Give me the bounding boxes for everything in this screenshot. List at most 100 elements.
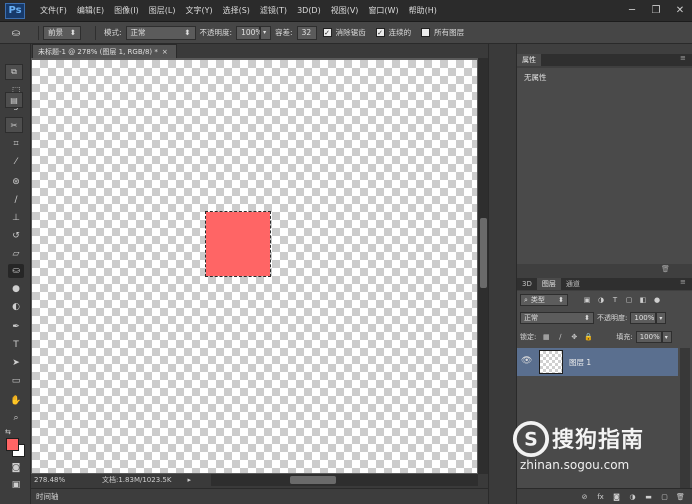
blend-mode-select[interactable]: 正常 ⬍ <box>520 312 594 324</box>
lock-pixels-icon[interactable]: ∕ <box>555 332 565 342</box>
brush-tool-icon[interactable]: ∕ <box>8 193 24 207</box>
delete-layer-icon[interactable]: 🗑 <box>675 492 686 502</box>
type-filter-icon[interactable]: T <box>610 295 620 305</box>
mode-value: 正常 <box>130 28 146 37</box>
filter-toggle-icon[interactable]: ● <box>652 295 662 305</box>
paint-bucket-icon[interactable]: ⛀ <box>6 26 26 40</box>
swap-colors-icon[interactable]: ⇆ <box>5 428 11 436</box>
zoom-tool-icon[interactable]: ⌕ <box>8 411 24 425</box>
horizontal-scrollbar[interactable] <box>210 474 478 486</box>
layers-scrollbar[interactable] <box>680 348 690 488</box>
adjust-panel-icon[interactable]: ▤ <box>5 92 23 108</box>
panel-menu-icon[interactable]: ≡ <box>680 54 686 62</box>
zoom-level[interactable]: 278.48% <box>34 476 70 484</box>
menu-help[interactable]: 帮助(H) <box>404 0 442 22</box>
restore-button[interactable]: ❐ <box>644 0 668 20</box>
menu-type[interactable]: 文字(Y) <box>180 0 217 22</box>
rectangle-tool-icon[interactable]: ▭ <box>8 374 24 388</box>
opacity-dropdown-icon[interactable]: ▾ <box>656 312 667 324</box>
menu-filter[interactable]: 滤镜(T) <box>255 0 292 22</box>
eyedropper-tool-icon[interactable]: ⁄ <box>8 155 24 169</box>
timeline-panel[interactable]: 时间轴 <box>31 488 488 504</box>
all-layers-checkbox[interactable] <box>421 28 431 37</box>
crop-tool-icon[interactable]: ⌗ <box>8 137 24 151</box>
document-tab[interactable]: 未标题-1 @ 278% (图层 1, RGB/8) * × <box>32 44 177 58</box>
opacity-input[interactable]: 100% <box>236 25 263 40</box>
lock-transparency-icon[interactable]: ▦ <box>541 332 551 342</box>
document-size: 文档:1.83M/1023.5K <box>102 476 172 484</box>
tab-3d[interactable]: 3D <box>517 278 537 290</box>
status-menu-arrow-icon[interactable]: ▸ <box>187 476 191 484</box>
close-tab-icon[interactable]: × <box>162 48 168 56</box>
history-brush-tool-icon[interactable]: ↺ <box>8 229 24 243</box>
layer-opacity-input[interactable]: 100% <box>630 312 657 324</box>
layer-name[interactable]: 图层 1 <box>569 357 591 368</box>
type-tool-icon[interactable]: T <box>8 338 24 352</box>
layer-filter-select[interactable]: ⌕ 类型 ⬍ <box>520 294 568 306</box>
fill-dropdown-icon[interactable]: ▾ <box>661 331 672 343</box>
watermark-url: zhinan.sogou.com <box>520 458 630 472</box>
menu-window[interactable]: 窗口(W) <box>363 0 403 22</box>
adjustment-filter-icon[interactable]: ◑ <box>596 295 606 305</box>
horizontal-scroll-thumb[interactable] <box>290 476 336 484</box>
layer-mask-icon[interactable]: ◙ <box>611 492 622 502</box>
healing-brush-tool-icon[interactable]: ⊛ <box>8 175 24 189</box>
quick-mask-icon[interactable]: ◙ <box>8 461 24 475</box>
opacity-dropdown-icon[interactable]: ▾ <box>260 25 272 40</box>
lock-position-icon[interactable]: ✥ <box>569 332 579 342</box>
pixel-filter-icon[interactable]: ▣ <box>582 295 592 305</box>
mode-select[interactable]: 正常 ⬍ <box>125 25 196 40</box>
new-layer-icon[interactable]: ▢ <box>659 492 670 502</box>
layer-style-icon[interactable]: fx <box>595 492 606 502</box>
menu-select[interactable]: 选择(S) <box>218 0 255 22</box>
layer-filter-row: ⌕ 类型 ⬍ ▣ ◑ T ▢ ◧ ● <box>520 293 664 307</box>
antialias-checkbox[interactable]: ✓ <box>322 28 332 37</box>
blend-mode-value: 正常 <box>524 314 538 322</box>
tab-properties[interactable]: 属性 <box>517 54 541 66</box>
layer-row[interactable]: 图层 1 <box>517 348 678 376</box>
paint-bucket-tool-icon[interactable]: ⛀ <box>8 264 24 278</box>
timeline-label: 时间轴 <box>36 492 59 501</box>
new-group-icon[interactable]: ▬ <box>643 492 654 502</box>
vertical-scroll-thumb[interactable] <box>480 218 487 288</box>
fill-source-select[interactable]: 前景 ⬍ <box>43 25 81 40</box>
contiguous-checkbox[interactable]: ✓ <box>375 28 385 37</box>
blend-row: 正常 ⬍ 不透明度: 100% ▾ <box>520 311 667 325</box>
adjustment-layer-icon[interactable]: ◑ <box>627 492 638 502</box>
link-layers-icon[interactable]: ⊘ <box>579 492 590 502</box>
menu-image[interactable]: 图像(I) <box>109 0 144 22</box>
fill-source-value: 前景 <box>48 28 63 37</box>
eye-icon[interactable]: 👁 <box>521 356 532 366</box>
smart-object-filter-icon[interactable]: ◧ <box>638 295 648 305</box>
clone-stamp-tool-icon[interactable]: ⊥ <box>8 211 24 225</box>
path-selection-tool-icon[interactable]: ➤ <box>8 356 24 370</box>
screen-mode-icon[interactable]: ▣ <box>8 478 24 492</box>
tab-layers[interactable]: 图层 <box>536 278 561 290</box>
menu-layer[interactable]: 图层(L) <box>144 0 181 22</box>
lock-all-icon[interactable]: 🔒 <box>583 332 593 342</box>
filled-selection[interactable] <box>205 211 271 277</box>
tools-panel-icon[interactable]: ✂ <box>5 117 23 133</box>
close-button[interactable]: ✕ <box>668 0 692 20</box>
eraser-tool-icon[interactable]: ▱ <box>8 247 24 261</box>
menu-3d[interactable]: 3D(D) <box>292 0 326 22</box>
panel-menu-icon[interactable]: ≡ <box>680 278 686 286</box>
pen-tool-icon[interactable]: ✒ <box>8 320 24 334</box>
status-bar: 278.48% 文档:1.83M/1023.5K ▸ <box>31 474 211 486</box>
tab-channels[interactable]: 通道 <box>561 278 585 290</box>
trash-icon[interactable]: 🗑 <box>661 265 670 273</box>
fill-input[interactable]: 100% <box>635 331 662 343</box>
properties-empty-text: 无属性 <box>524 73 547 82</box>
menu-edit[interactable]: 编辑(E) <box>72 0 109 22</box>
blur-tool-icon[interactable]: ● <box>8 282 24 296</box>
menu-view[interactable]: 视图(V) <box>326 0 364 22</box>
minimize-button[interactable]: ─ <box>620 0 644 20</box>
dodge-tool-icon[interactable]: ◐ <box>8 300 24 314</box>
tolerance-input[interactable]: 32 <box>296 25 317 40</box>
foreground-color-swatch[interactable] <box>6 438 19 451</box>
hand-tool-icon[interactable]: ✋ <box>8 394 24 408</box>
menu-file[interactable]: 文件(F) <box>35 0 72 22</box>
menu-bar: Ps 文件(F) 编辑(E) 图像(I) 图层(L) 文字(Y) 选择(S) 滤… <box>0 0 692 22</box>
history-panel-icon[interactable]: ⧉ <box>5 64 23 80</box>
shape-filter-icon[interactable]: ▢ <box>624 295 634 305</box>
